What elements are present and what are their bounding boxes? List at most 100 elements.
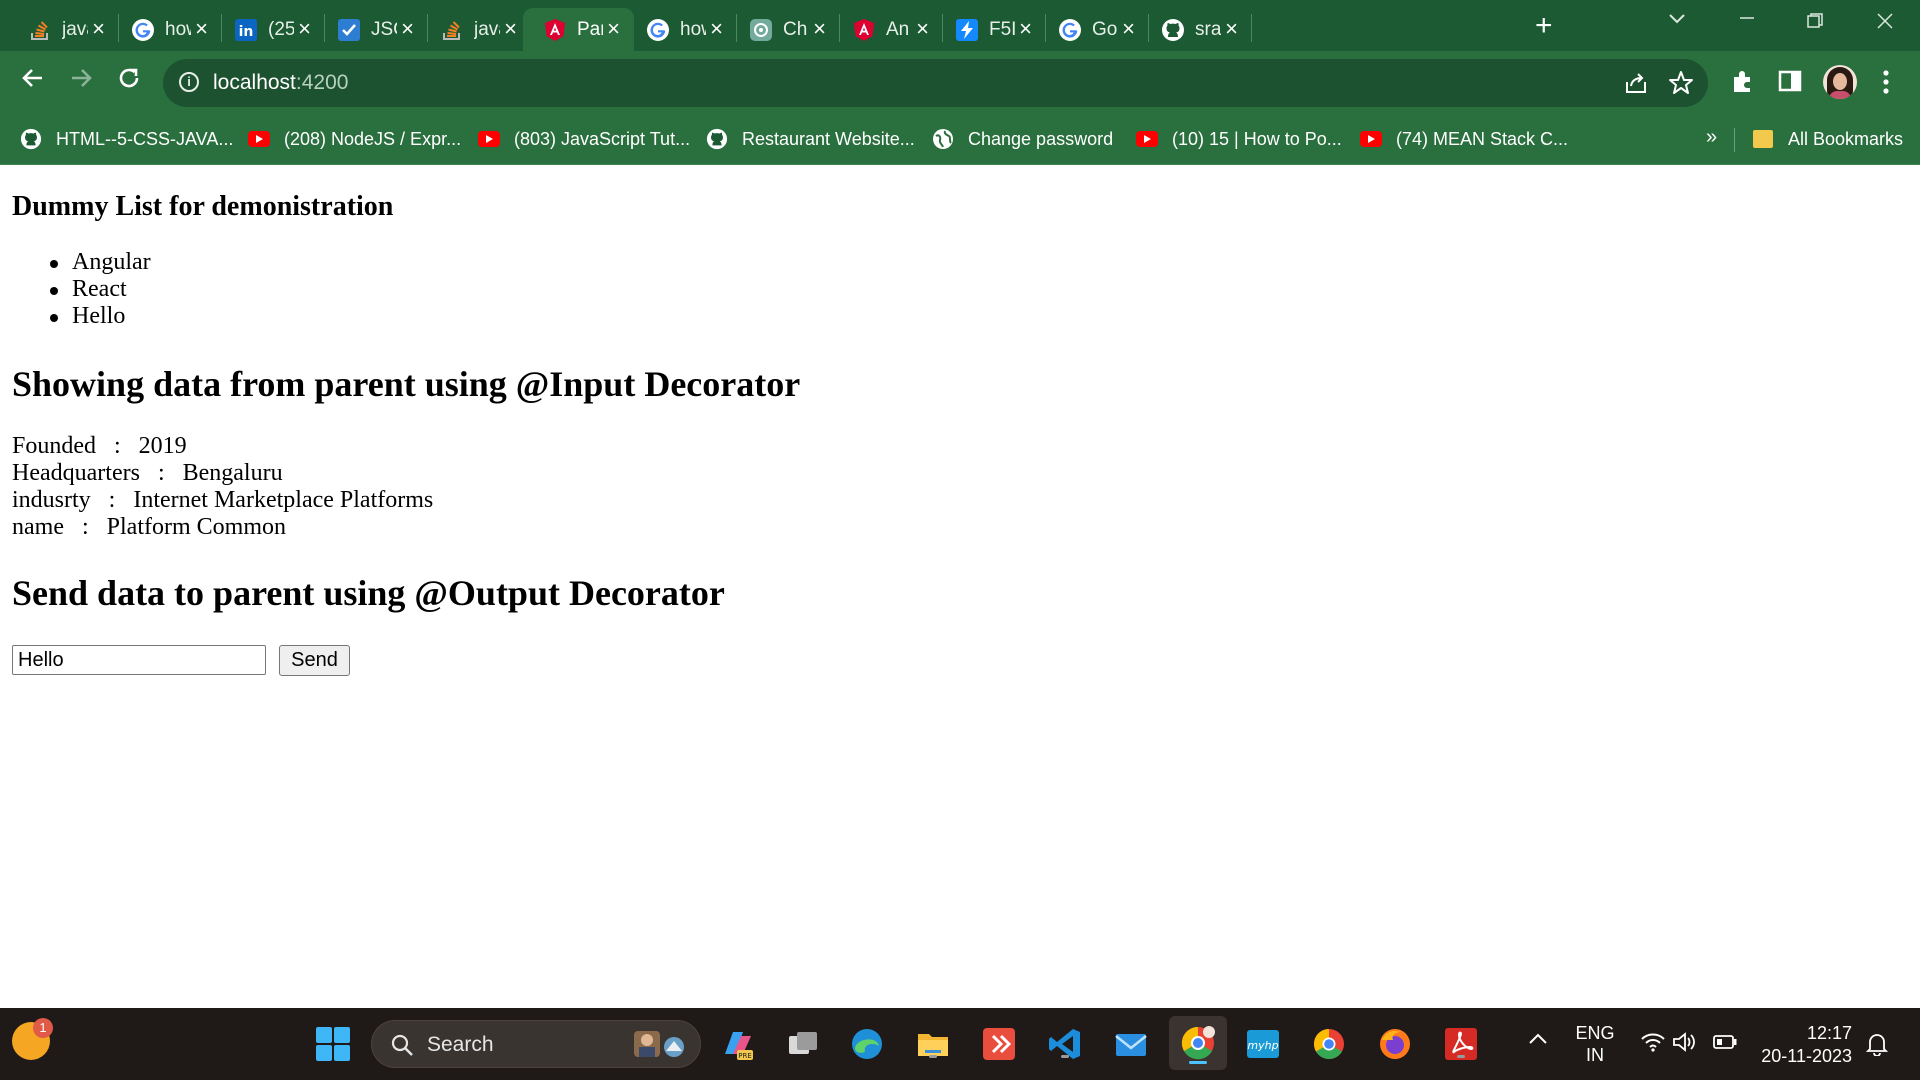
edge-browser-icon[interactable]	[847, 1024, 887, 1064]
browser-tab[interactable]: how×	[634, 8, 737, 51]
youtube-icon	[248, 128, 270, 150]
tab-separator	[1251, 14, 1252, 42]
firefox-icon[interactable]	[1375, 1024, 1415, 1064]
tab-close-icon[interactable]: ×	[401, 17, 414, 41]
git-client-icon[interactable]	[979, 1024, 1019, 1064]
restore-icon[interactable]	[1806, 12, 1824, 36]
vscode-icon[interactable]	[1045, 1024, 1085, 1064]
dummy-list: Angular React Hello	[48, 249, 151, 330]
wifi-icon[interactable]	[1640, 1032, 1666, 1057]
bookmarks-overflow-button[interactable]: »	[1706, 126, 1717, 149]
send-button[interactable]: Send	[279, 645, 350, 676]
start-button[interactable]	[313, 1024, 353, 1064]
myhp-icon[interactable]: myhp	[1243, 1024, 1283, 1064]
mail-icon[interactable]	[1111, 1024, 1151, 1064]
language-indicator[interactable]: ENG IN	[1574, 1022, 1616, 1066]
back-button[interactable]	[16, 65, 50, 99]
site-info-icon[interactable]: i	[179, 72, 199, 92]
tab-title: F5I	[989, 18, 1015, 40]
new-tab-button[interactable]: +	[1535, 11, 1553, 41]
chrome-icon[interactable]	[1309, 1024, 1349, 1064]
tab-title: how	[680, 18, 706, 40]
show-hidden-icons-icon[interactable]	[1528, 1030, 1548, 1051]
tab-search-icon[interactable]	[1668, 8, 1686, 31]
running-indicator	[929, 1055, 937, 1058]
tab-close-icon[interactable]: ×	[1122, 17, 1135, 41]
bookmark-item[interactable]: HTML--5-CSS-JAVA...	[20, 125, 233, 153]
tab-close-icon[interactable]: ×	[1019, 17, 1032, 41]
bookmark-label: (208) NodeJS / Expr...	[284, 128, 462, 149]
browser-tab[interactable]: F5I ×	[943, 8, 1046, 51]
page-content: Dummy List for demonistration Angular Rea…	[0, 165, 1920, 1008]
browser-tab[interactable]: in (25 ×	[222, 8, 325, 51]
side-panel-icon[interactable]	[1778, 69, 1802, 98]
clock[interactable]: 12:17 20-11-2023	[1754, 1022, 1852, 1068]
close-window-icon[interactable]	[1876, 12, 1894, 36]
running-indicator	[1061, 1055, 1069, 1058]
browser-tab[interactable]: java×	[16, 8, 119, 51]
forward-button[interactable]	[64, 65, 98, 99]
browser-tab[interactable]: how×	[119, 8, 222, 51]
detail-key: name	[12, 514, 64, 540]
tab-title: JSC	[371, 18, 397, 40]
tab-close-icon[interactable]: ×	[813, 17, 826, 41]
tab-close-icon[interactable]: ×	[195, 17, 208, 41]
bookmark-item[interactable]: Restaurant Website...	[706, 125, 915, 153]
tab-title: (25	[268, 18, 294, 40]
all-bookmarks-button[interactable]: All Bookmarks	[1752, 125, 1903, 153]
tab-close-icon[interactable]: ×	[1225, 17, 1238, 41]
detail-separator: :	[114, 433, 121, 459]
detail-separator: :	[157, 460, 165, 486]
list-title: Dummy List for demonistration	[12, 191, 394, 222]
browser-tab[interactable]: Ch ×	[737, 8, 840, 51]
taskbar-search[interactable]: Search	[371, 1020, 701, 1068]
reload-button[interactable]	[112, 65, 146, 99]
send-data-input[interactable]: Hello	[12, 645, 266, 675]
github-icon	[20, 128, 42, 150]
tab-close-icon[interactable]: ×	[916, 17, 929, 41]
tab-close-icon[interactable]: ×	[298, 17, 311, 41]
notification-bell-icon[interactable]	[1865, 1032, 1889, 1061]
tab-close-icon[interactable]: ×	[710, 17, 723, 41]
file-explorer-icon[interactable]	[913, 1024, 953, 1064]
browser-tab[interactable]: Par×	[523, 8, 634, 51]
tab-close-icon[interactable]: ×	[504, 17, 517, 41]
bookmark-item[interactable]: Change password	[932, 125, 1113, 153]
extensions-icon[interactable]	[1730, 69, 1756, 100]
tab-title: how	[165, 18, 191, 40]
bookmark-item[interactable]: (803) JavaScript Tut...	[478, 125, 690, 153]
angular-icon	[852, 18, 876, 42]
address-bar[interactable]: i localhost:4200	[163, 59, 1708, 107]
language-code: ENG	[1575, 1023, 1615, 1043]
browser-tab[interactable]: sra ×	[1149, 8, 1252, 51]
tab-close-icon[interactable]: ×	[607, 17, 620, 41]
bookmark-item[interactable]: (208) NodeJS / Expr...	[248, 125, 461, 153]
bookmark-item[interactable]: (10) 15 | How to Po...	[1136, 125, 1342, 153]
bookmark-star-icon[interactable]	[1668, 70, 1694, 103]
bookmark-item[interactable]: (74) MEAN Stack C...	[1360, 125, 1568, 153]
battery-icon[interactable]	[1712, 1033, 1738, 1056]
acrobat-icon[interactable]	[1441, 1024, 1481, 1064]
input-section-title: Showing data from parent using @Input De…	[12, 364, 801, 404]
clock-date: 20-11-2023	[1761, 1046, 1852, 1066]
minimize-icon[interactable]	[1738, 4, 1756, 30]
bookmark-label: Restaurant Website...	[742, 128, 915, 149]
detail-value: 2019	[138, 433, 187, 459]
github-icon	[1161, 18, 1185, 42]
browser-tab[interactable]: java×	[428, 8, 531, 51]
volume-icon[interactable]	[1672, 1032, 1698, 1057]
detail-value: Internet Marketplace Platforms	[133, 487, 434, 513]
menu-kebab-icon[interactable]	[1880, 67, 1892, 102]
browser-tab[interactable]: JSC×	[325, 8, 428, 51]
copilot-icon[interactable]: PRE	[717, 1024, 757, 1064]
browser-tab[interactable]: Go ×	[1046, 8, 1149, 51]
chrome-active-icon[interactable]	[1169, 1016, 1227, 1070]
checkbox-icon	[337, 18, 361, 42]
tab-close-icon[interactable]: ×	[92, 17, 105, 41]
detail-value: Bengaluru	[182, 460, 283, 486]
share-icon[interactable]	[1623, 70, 1649, 103]
profile-avatar[interactable]	[1823, 65, 1857, 99]
task-view-icon[interactable]	[783, 1024, 823, 1064]
active-indicator	[1189, 1061, 1207, 1064]
browser-tab[interactable]: An ×	[840, 8, 943, 51]
